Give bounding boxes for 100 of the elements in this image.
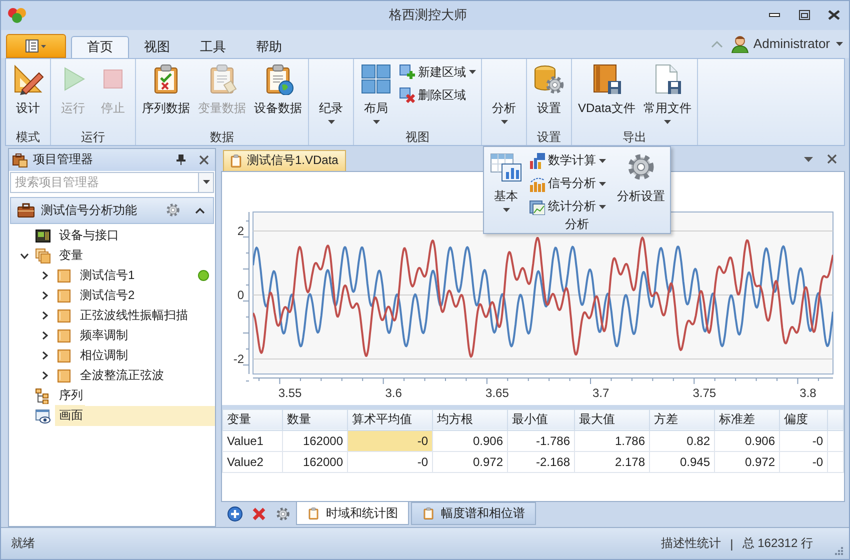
collapse-icon [195,206,205,214]
window-title: 格西测控大师 [389,6,467,24]
group-label: 数据 [210,130,234,144]
caret-icon [599,182,606,186]
search-field[interactable]: 搜索项目管理器 [10,172,198,193]
axis-tick-label: 3.75 [692,386,716,400]
table-cell: 162000 [282,451,348,472]
clipboard-icon [229,152,243,169]
tree-item[interactable]: 相位调制 [9,346,215,366]
column-header[interactable]: 均方根 [432,409,508,430]
user-icon [731,34,750,53]
delete-icon [399,87,415,104]
ribbon-button[interactable]: 布局 [356,60,396,129]
briefcase-icon [12,152,28,168]
group-label: 设置 [537,130,561,144]
tree-item[interactable]: 序列 [9,386,215,406]
separator-text: | [730,536,734,551]
table-cell: 2.178 [574,451,650,472]
menu-button[interactable]: 基本 [486,149,526,215]
ribbon-button[interactable]: 分析 [484,60,524,129]
view-tab[interactable]: 时域和统计图 [296,502,409,526]
axis-tick-label: 3.8 [800,386,816,400]
clipboard-icon [422,506,435,522]
bar-chart-icon [529,176,545,192]
document-tab[interactable]: 测试信号1.VData [223,150,346,171]
folders-icon [35,248,51,264]
status-text: 描述性统计 [661,535,722,552]
book-icon [590,62,623,95]
menu-button[interactable]: 分析设置 [613,149,669,215]
column-header[interactable]: 偏度 [780,409,828,430]
gear-icon [165,202,181,218]
square-icon [56,268,72,284]
pin-icon [176,154,186,166]
ribbon-button[interactable]: 新建区域 [396,62,479,82]
ribbon-button[interactable]: 常用文件 [639,60,696,129]
app-menu-button[interactable] [6,34,66,58]
table-cell: -0 [348,451,432,472]
tree-item[interactable]: 频率调制 [9,326,215,346]
ribbon-tab[interactable]: 工具 [185,36,241,58]
column-header[interactable]: 算术平均值 [348,409,432,430]
table-cell: 0.82 [650,430,714,452]
menu-button[interactable]: 信号分析 [526,174,609,193]
column-header[interactable]: 标准差 [714,409,780,430]
tree-item[interactable]: 变量 [9,246,215,266]
ribbon-tab[interactable]: 帮助 [241,36,297,58]
tree-item[interactable]: 全波整流正弦波 [9,366,215,386]
maximize-icon [798,10,810,20]
ribbon-button[interactable]: 设备数据 [250,60,306,129]
tree-item[interactable]: 测试信号1 [9,266,215,286]
tree-item[interactable]: 设备与接口 [9,226,215,246]
menu-icon [25,38,47,53]
column-header[interactable]: 数量 [282,409,348,430]
column-header[interactable]: 最大值 [574,409,650,430]
table-cell: Value1 [222,430,282,452]
ribbon-button[interactable]: VData文件 [574,60,640,129]
window-eye-icon [35,408,51,424]
view-tab[interactable]: 幅度谱和相位谱 [411,502,536,526]
caret-icon [836,42,843,46]
group-label: 模式 [16,130,40,144]
ribbon-button[interactable]: 设置 [529,60,569,129]
ribbon-tab[interactable]: 视图 [129,36,185,58]
dropdown-button[interactable] [198,172,214,193]
ribbon-button[interactable]: 序列数据 [138,60,194,129]
axis-tick-label: 3.6 [385,386,402,400]
axis-tick-label: 3.65 [486,386,509,400]
gear-icon [275,506,291,522]
ribbon-button[interactable]: 删除区域 [396,86,479,105]
user-menu-button[interactable]: Administrator [753,36,843,52]
axis-tick-label: 2 [237,224,244,238]
caret-icon [469,70,476,74]
column-header[interactable]: 方差 [650,409,714,430]
app-logo-icon [7,7,27,24]
table-cell: -0 [780,451,828,472]
caret-icon [599,158,606,162]
menu-button[interactable]: 数学计算 [526,151,609,170]
square-icon [56,328,72,344]
status-text: 总 162312 行 [742,535,813,552]
collapse-icon [711,40,724,48]
close-icon [199,154,209,165]
tree-item[interactable]: 测试信号2 [9,286,215,306]
pencil-ruler-icon [12,62,44,95]
table-cell: 0.906 [714,430,780,452]
menu-button[interactable]: 统计分析 [526,197,609,216]
project-header[interactable]: 测试信号分析功能 [10,196,214,224]
ribbon-button[interactable]: 设计 [8,60,48,129]
table-cell: -0 [348,430,432,452]
ribbon-tab[interactable]: 首页 [71,36,129,58]
clipboard-icon [307,506,320,521]
tree-item[interactable]: 正弦波线性振幅扫描 [9,306,215,326]
axis-tick-label: 0 [237,288,244,302]
square-icon [56,308,72,324]
plus-icon [227,506,243,522]
caret-icon [500,120,508,124]
close-icon [252,506,266,521]
column-header[interactable]: 变量 [222,409,282,430]
grid-icon [360,62,392,95]
axis-tick-label: 3.7 [592,386,610,400]
group-label: 导出 [622,130,647,144]
column-header[interactable]: 最小值 [508,409,574,430]
ribbon-button[interactable]: 纪录 [311,60,351,129]
